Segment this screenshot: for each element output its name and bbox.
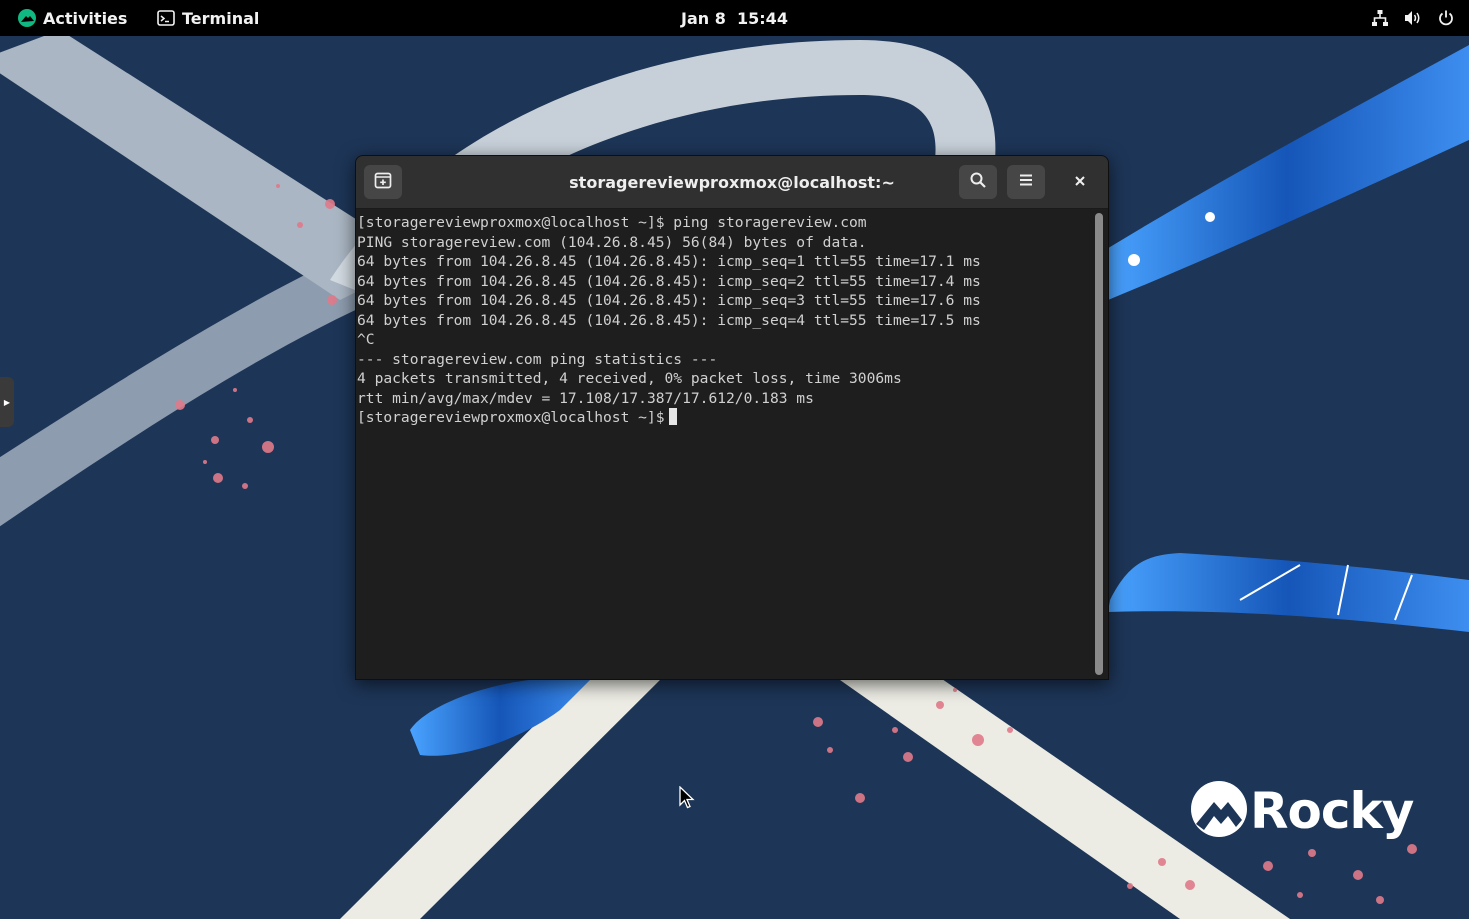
close-button[interactable] (1062, 165, 1098, 199)
power-icon (1437, 9, 1455, 27)
terminal-line: PING storagereview.com (104.26.8.45) 56(… (357, 233, 867, 251)
dock-arrow-icon: ▶ (3, 397, 11, 407)
activities-button[interactable]: Activities (18, 0, 127, 36)
search-icon (969, 171, 987, 193)
terminal-cursor (668, 408, 677, 425)
volume-icon (1403, 9, 1423, 27)
terminal-line: 4 packets transmitted, 4 received, 0% pa… (357, 370, 902, 387)
terminal-line: 64 bytes from 104.26.8.45 (104.26.8.45):… (357, 272, 981, 290)
clock-button[interactable]: Jan 8 15:44 (681, 9, 788, 28)
terminal-line: --- storagereview.com ping statistics --… (357, 350, 718, 368)
terminal-headerbar[interactable]: storagereviewproxmox@localhost:~ (356, 156, 1108, 209)
terminal-line: rtt min/avg/max/mdev = 17.108/17.387/17.… (357, 389, 814, 407)
app-menu-terminal[interactable]: Terminal (157, 0, 259, 36)
terminal-line: 64 bytes from 104.26.8.45 (104.26.8.45):… (357, 292, 981, 309)
rocky-logo-icon (18, 9, 36, 27)
new-tab-button[interactable] (364, 165, 402, 199)
new-tab-icon (373, 170, 393, 194)
terminal-line: [storagereviewproxmox@localhost ~]$ ping… (357, 214, 867, 231)
terminal-scrollbar[interactable] (1095, 213, 1103, 675)
terminal-line: 64 bytes from 104.26.8.45 (104.26.8.45):… (357, 311, 981, 329)
rocky-mountain-icon (1190, 780, 1248, 842)
mouse-pointer-icon (679, 785, 695, 814)
top-bar: Activities Terminal Jan 8 15:44 (0, 0, 1469, 36)
terminal-line: 64 bytes from 104.26.8.45 (104.26.8.45):… (357, 253, 981, 270)
activities-label: Activities (43, 8, 128, 28)
close-icon (1073, 173, 1087, 192)
terminal-window[interactable]: storagereviewproxmox@localhost:~ [storag… (355, 155, 1109, 680)
rocky-logo-text: Rocky (1250, 782, 1414, 840)
terminal-text: [storagereviewproxmox@localhost ~]$ ping… (356, 209, 1092, 428)
desktop: Activities Terminal Jan 8 15:44 ▶ storag… (0, 0, 1469, 919)
terminal-output[interactable]: [storagereviewproxmox@localhost ~]$ ping… (356, 209, 1092, 679)
menu-button[interactable] (1007, 165, 1045, 199)
terminal-icon (157, 9, 175, 27)
scrollbar-thumb[interactable] (1095, 213, 1103, 675)
menu-icon (1018, 172, 1034, 192)
terminal-prompt: [storagereviewproxmox@localhost ~]$ (357, 409, 665, 426)
app-menu-label: Terminal (182, 8, 260, 28)
rocky-logo: Rocky (1190, 780, 1414, 842)
clock-date: Jan 8 (681, 8, 726, 28)
network-icon (1371, 9, 1389, 27)
dock-handle[interactable]: ▶ (0, 377, 14, 427)
system-tray[interactable] (1371, 0, 1455, 36)
terminal-line: ^C (357, 331, 375, 348)
clock-time: 15:44 (737, 8, 788, 28)
search-button[interactable] (959, 165, 997, 199)
